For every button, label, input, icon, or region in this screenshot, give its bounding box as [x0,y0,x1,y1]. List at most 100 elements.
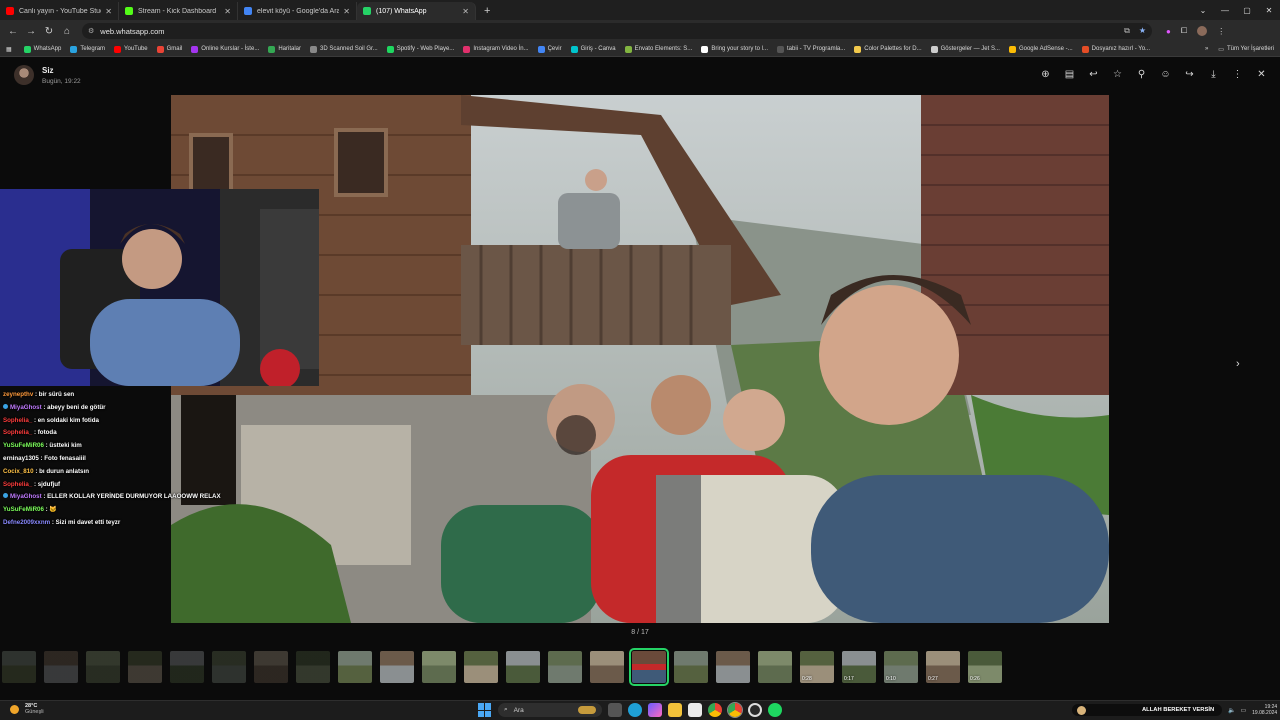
tab-favicon [363,7,371,15]
reply-icon[interactable]: ↩ [1087,69,1100,80]
bookmarks-overflow-button[interactable]: » [1205,46,1208,52]
media-thumbnail[interactable] [86,651,120,683]
zoom-in-icon[interactable]: ⊕ [1039,69,1052,80]
star-icon[interactable]: ☆ [1111,69,1124,80]
bookmark-item[interactable]: Göstergeler — Jet S... [930,45,1000,53]
bookmark-item[interactable]: Bring your story to l... [701,45,768,53]
bookmark-item[interactable]: Haritalar [268,45,301,53]
extension-icon[interactable]: ● [1166,27,1171,36]
browser-tab[interactable]: Canlı yayın - YouTube Studio ✕ [0,2,119,20]
more-options-icon[interactable]: ⋮ [1231,69,1244,80]
tab-close-icon[interactable]: ✕ [462,7,469,16]
bookmark-item[interactable]: Instagram Video İn... [463,45,529,53]
media-thumbnail[interactable] [296,651,330,683]
bookmark-item[interactable]: YouTube [114,45,148,53]
media-thumbnail[interactable] [506,651,540,683]
bookmark-item[interactable]: Dosyanız hazırl - Yo... [1081,45,1150,53]
media-thumbnail[interactable]: 0:17 [842,651,876,683]
bookmark-item[interactable]: Giriş - Canva [570,45,616,53]
media-thumbnail[interactable]: 0:27 [926,651,960,683]
download-icon[interactable]: ⤓ [1207,69,1220,80]
forward-button[interactable]: → [22,26,40,37]
new-tab-button[interactable]: + [476,2,498,20]
forward-icon[interactable]: ↪ [1183,69,1196,80]
media-thumbnail[interactable] [128,651,162,683]
bookmark-item[interactable]: WhatsApp [23,45,61,53]
browser-tab[interactable]: Stream - Kick Dashboard ✕ [119,2,238,20]
react-emoji-icon[interactable]: ☺ [1159,69,1172,80]
browser-tab[interactable]: (107) WhatsApp ✕ [357,2,476,20]
install-app-icon[interactable]: ⧉ [1124,26,1130,36]
tab-close-icon[interactable]: ✕ [343,7,350,16]
profile-avatar[interactable] [1197,26,1208,36]
media-thumbnail[interactable] [338,651,372,683]
bookmark-item[interactable]: Gmail [156,45,182,53]
weather-widget[interactable]: 28°C Güneşli [10,703,44,715]
chrome-icon[interactable] [708,703,722,717]
maximize-button[interactable]: ▢ [1236,6,1258,15]
close-window-button[interactable]: ✕ [1258,6,1280,15]
browser-tab[interactable]: elevit köyü - Google'da Ara ✕ [238,2,357,20]
chat-message: YuSuFeMiR06 : üstteki kim [3,440,333,453]
media-thumbnail[interactable] [590,651,624,683]
extensions-puzzle-icon[interactable]: ⧠ [1181,26,1187,36]
copilot-icon[interactable] [648,703,662,717]
bookmark-item[interactable]: Spotify - Web Playe... [386,45,454,53]
tab-close-icon[interactable]: ✕ [105,7,112,16]
reload-button[interactable]: ↻ [40,26,58,37]
media-thumbnail[interactable] [254,651,288,683]
bookmark-item[interactable]: Online Kurslar - İste... [191,45,259,53]
taskbar-search[interactable]: ⌕ Ara [498,703,602,717]
media-thumbnail[interactable] [212,651,246,683]
all-bookmarks-folder[interactable]: ▭ Tüm Yer İşaretleri [1218,46,1274,53]
browser-menu-icon[interactable]: ⋮ [1217,27,1225,36]
chevron-down-icon[interactable]: ⌄ [1192,6,1214,15]
bookmark-item[interactable]: Telegram [70,45,105,53]
edge-icon[interactable] [628,703,642,717]
task-view-icon[interactable] [608,703,622,717]
go-to-message-icon[interactable]: ▤ [1063,69,1076,80]
close-viewer-icon[interactable]: ✕ [1255,69,1268,80]
media-thumbnail[interactable] [548,651,582,683]
media-thumbnail[interactable]: 0:10 [884,651,918,683]
url-field[interactable]: ⚙ web.whatsapp.com ⧉ ★ [82,23,1152,39]
battery-icon[interactable]: ▭ [1240,707,1246,714]
apps-grid-icon[interactable]: ▦ [6,46,12,53]
store-icon[interactable] [688,703,702,717]
file-explorer-icon[interactable] [668,703,682,717]
media-thumbnail[interactable] [380,651,414,683]
home-button[interactable]: ⌂ [58,26,76,37]
speaker-icon[interactable]: 🔈 [1228,707,1235,714]
media-thumbnail[interactable] [758,651,792,683]
obs-icon[interactable] [748,703,762,717]
next-media-button[interactable]: › [1236,358,1240,370]
bookmark-item[interactable]: Color Palettes for D... [854,45,922,53]
start-button[interactable] [478,703,492,717]
pin-icon[interactable]: ⚲ [1135,69,1148,80]
media-thumbnail[interactable] [422,651,456,683]
bookmark-item[interactable]: tabii - TV Programla... [777,45,845,53]
bookmark-star-icon[interactable]: ★ [1139,26,1146,36]
media-sender-info[interactable]: Siz Bugün, 19:22 [14,65,81,85]
site-info-icon[interactable]: ⚙ [88,27,94,35]
media-thumbnail[interactable] [170,651,204,683]
media-thumbnail[interactable] [464,651,498,683]
media-thumbnail[interactable] [674,651,708,683]
bookmark-item[interactable]: Çevir [537,45,562,53]
thumbnail-strip: 0:28 0:17 0:10 0:27 0:26 [0,648,1280,689]
media-thumbnail[interactable] [629,648,669,686]
system-clock[interactable]: 19:24 19.08.2024 [1252,704,1277,716]
bookmark-item[interactable]: Envato Elements: S... [624,45,692,53]
chrome-active-icon[interactable] [727,702,743,718]
bookmark-item[interactable]: 3D Scanned Soil Gr... [310,45,378,53]
minimize-button[interactable]: — [1214,6,1236,15]
media-thumbnail[interactable] [2,651,36,683]
tab-close-icon[interactable]: ✕ [224,7,231,16]
media-thumbnail[interactable]: 0:26 [968,651,1002,683]
media-thumbnail[interactable] [716,651,750,683]
media-thumbnail[interactable] [44,651,78,683]
back-button[interactable]: ← [4,26,22,37]
media-thumbnail[interactable]: 0:28 [800,651,834,683]
spotify-icon[interactable] [768,703,782,717]
bookmark-item[interactable]: Google AdSense -... [1008,45,1073,53]
